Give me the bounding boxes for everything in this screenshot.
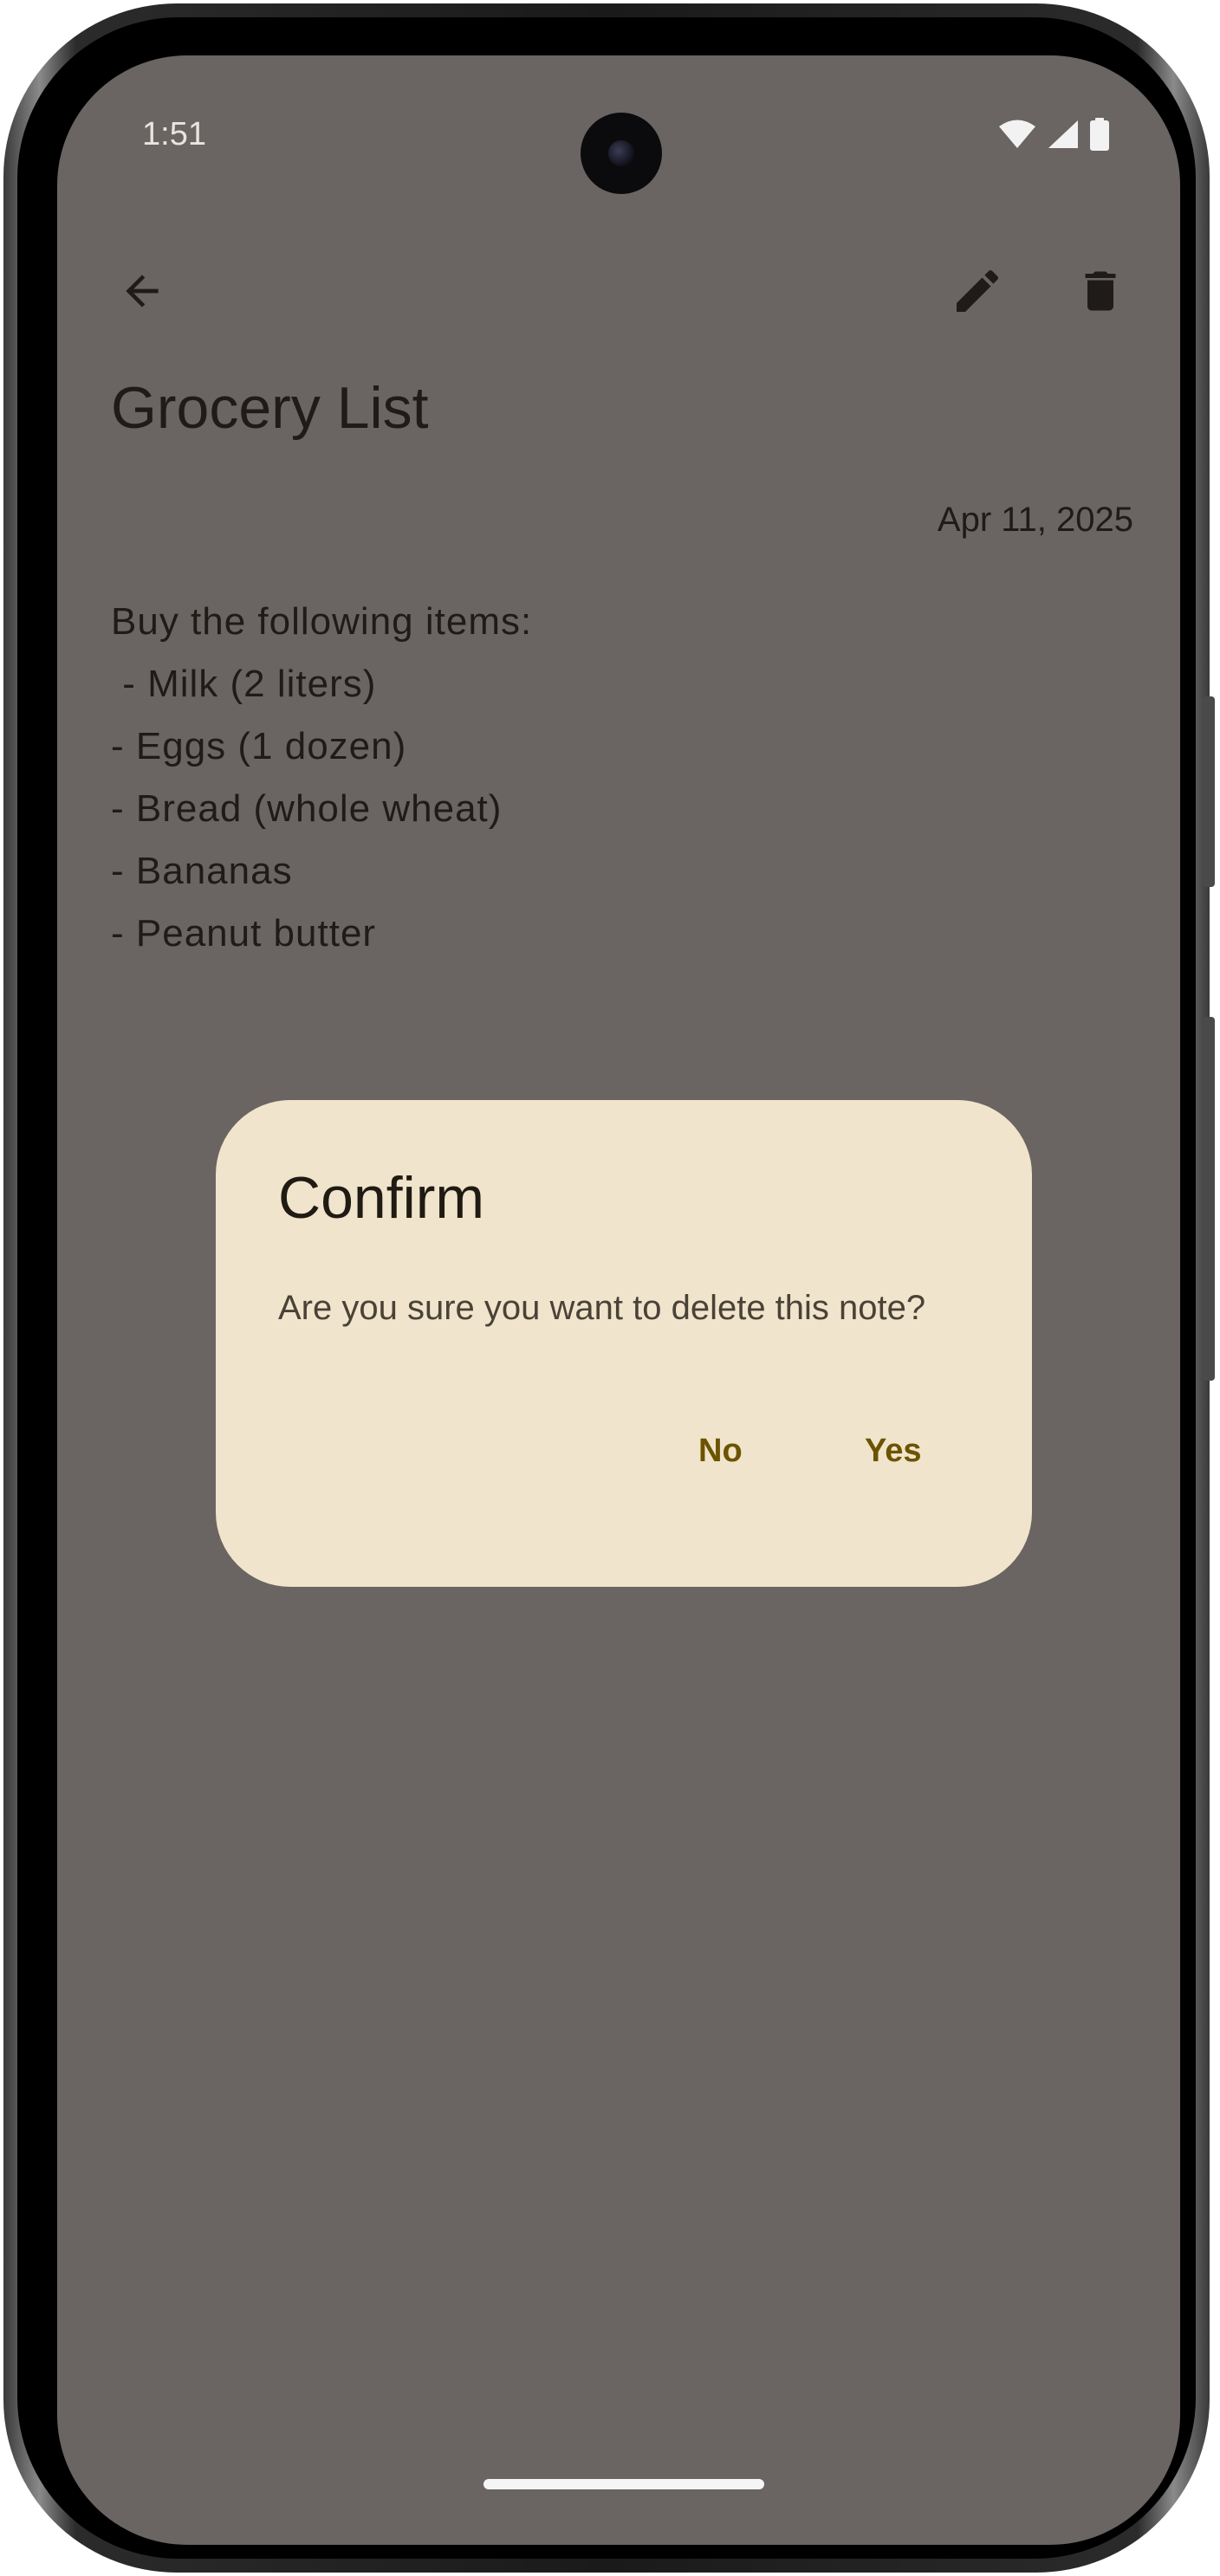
note-date: Apr 11, 2025 (937, 501, 1133, 539)
trash-icon (1085, 271, 1116, 311)
edit-button[interactable] (946, 260, 1009, 322)
power-button (1203, 696, 1215, 887)
volume-button (1203, 1017, 1215, 1381)
status-time: 1:51 (142, 116, 206, 152)
confirm-dialog: Confirm Are you sure you want to delete … (216, 1100, 1032, 1587)
phone-bezel: 1:51 Grocery List Apr 11, 2025 Buy the f… (17, 17, 1196, 2559)
edit-pencil-icon (957, 269, 999, 312)
battery-icon (1090, 118, 1109, 151)
note-line: Buy the following items: (111, 600, 533, 643)
note-line: - Peanut butter (111, 912, 377, 955)
note-line: - Bread (whole wheat) (111, 787, 503, 830)
cellular-signal-icon (1048, 120, 1078, 148)
front-camera (581, 113, 662, 194)
wifi-icon (999, 120, 1035, 148)
note-line: - Bananas (111, 850, 293, 892)
phone-device-frame: 1:51 Grocery List Apr 11, 2025 Buy the f… (3, 3, 1215, 2573)
note-line: - Milk (2 liters) (111, 663, 377, 705)
note-title: Grocery List (111, 375, 429, 441)
screen: 1:51 Grocery List Apr 11, 2025 Buy the f… (57, 55, 1180, 2545)
arrow-back-icon (126, 275, 159, 307)
no-button[interactable]: No (698, 1433, 743, 1470)
yes-button[interactable]: Yes (865, 1433, 922, 1470)
back-button[interactable] (111, 260, 173, 322)
home-indicator[interactable] (483, 2479, 764, 2489)
status-icons (998, 118, 1109, 151)
dialog-title: Confirm (278, 1165, 485, 1231)
note-line: - Eggs (1 dozen) (111, 725, 407, 767)
delete-button[interactable] (1069, 260, 1132, 322)
dialog-message: Are you sure you want to delete this not… (278, 1289, 926, 1327)
note-body: Buy the following items: - Milk (2 liter… (111, 591, 532, 965)
status-bar: 1:51 (57, 55, 1180, 194)
